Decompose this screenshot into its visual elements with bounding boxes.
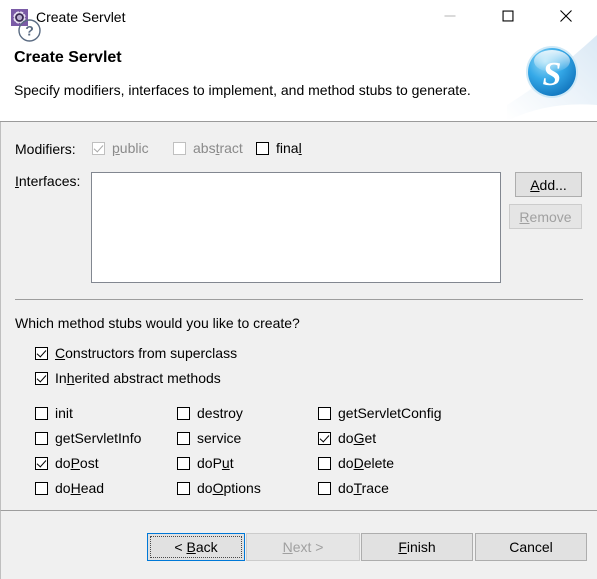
blue-s-badge-logo: S xyxy=(507,35,597,121)
stub-dooptions-checkbox[interactable]: doOptions xyxy=(177,481,261,496)
stub-getservletconfig-checkbox[interactable]: getServletConfig xyxy=(318,406,442,421)
add-interface-button[interactable]: Add... xyxy=(515,172,582,197)
modifier-abstract-checkbox: abstract xyxy=(173,141,243,156)
back-button-label: < Back xyxy=(174,539,218,555)
checkbox-label: final xyxy=(276,140,302,156)
checkbox-box[interactable] xyxy=(35,372,48,385)
checkbox-label: getServletInfo xyxy=(55,430,142,446)
stub-service-checkbox[interactable]: service xyxy=(177,431,241,446)
checkbox-box xyxy=(92,142,105,155)
checkbox-label: service xyxy=(197,430,242,446)
next-button-label: Next > xyxy=(282,539,324,555)
checkbox-label: abstract xyxy=(193,140,243,156)
add-button-label: Add... xyxy=(530,176,567,193)
minimize-icon xyxy=(444,15,456,17)
checkbox-label: Constructors from superclass xyxy=(55,345,238,361)
checkbox-box[interactable] xyxy=(318,407,331,420)
checkbox-box[interactable] xyxy=(177,482,190,495)
checkbox-label: doOptions xyxy=(197,480,261,496)
checkbox-label: doDelete xyxy=(338,455,395,471)
checkbox-box xyxy=(173,142,186,155)
interfaces-label: Interfaces: xyxy=(15,173,81,189)
remove-button-label: Remove xyxy=(519,208,572,225)
stub-constructors-checkbox[interactable]: Constructors from superclass xyxy=(35,346,237,361)
checkbox-box[interactable] xyxy=(318,457,331,470)
svg-text:S: S xyxy=(543,56,562,93)
minimize-button[interactable] xyxy=(427,0,473,32)
finish-button[interactable]: Finish xyxy=(361,533,473,561)
checkbox-label: doGet xyxy=(338,430,377,446)
checkbox-box[interactable] xyxy=(35,347,48,360)
stub-destroy-checkbox[interactable]: destroy xyxy=(177,406,243,421)
stubs-prompt: Which method stubs would you like to cre… xyxy=(15,315,300,331)
checkbox-box[interactable] xyxy=(177,457,190,470)
back-button[interactable]: < Back xyxy=(147,533,245,561)
checkbox-label: public xyxy=(112,140,149,156)
checkbox-label: doTrace xyxy=(338,480,389,496)
stub-doput-checkbox[interactable]: doPut xyxy=(177,456,234,471)
checkbox-box[interactable] xyxy=(318,432,331,445)
stub-doget-checkbox[interactable]: doGet xyxy=(318,431,376,446)
checkbox-box[interactable] xyxy=(35,482,48,495)
checkbox-label: destroy xyxy=(197,405,243,421)
section-divider xyxy=(15,299,583,300)
modifiers-label: Modifiers: xyxy=(15,141,76,157)
stub-dohead-checkbox[interactable]: doHead xyxy=(35,481,104,496)
checkbox-label: Inherited abstract methods xyxy=(55,370,221,386)
page-title: Create Servlet xyxy=(14,49,122,66)
title-bar: Create Servlet xyxy=(0,0,597,36)
checkbox-label: doHead xyxy=(55,480,105,496)
help-question-icon[interactable]: ? xyxy=(17,18,42,43)
checkbox-label: doPut xyxy=(197,455,234,471)
checkbox-label: getServletConfig xyxy=(338,405,442,421)
checkbox-box[interactable] xyxy=(318,482,331,495)
checkbox-box[interactable] xyxy=(177,407,190,420)
checkbox-label: init xyxy=(55,405,73,421)
remove-interface-button: Remove xyxy=(509,204,582,229)
modifier-public-checkbox: public xyxy=(92,141,149,156)
svg-text:?: ? xyxy=(25,23,34,39)
stub-inherited-abstract-checkbox[interactable]: Inherited abstract methods xyxy=(35,371,221,386)
close-button[interactable] xyxy=(543,0,589,32)
cancel-button[interactable]: Cancel xyxy=(475,533,587,561)
checkbox-box[interactable] xyxy=(177,432,190,445)
checkbox-box[interactable] xyxy=(35,432,48,445)
dialog-body: Modifiers: public abstract final Interfa… xyxy=(0,122,597,510)
checkbox-box[interactable] xyxy=(35,457,48,470)
window-title: Create Servlet xyxy=(36,9,126,25)
checkbox-box[interactable] xyxy=(256,142,269,155)
checkbox-label: doPost xyxy=(55,455,99,471)
cancel-button-label: Cancel xyxy=(509,539,553,555)
next-button: Next > xyxy=(246,533,360,561)
dialog-header: Create Servlet Specify modifiers, interf… xyxy=(0,35,597,122)
stub-dopost-checkbox[interactable]: doPost xyxy=(35,456,99,471)
close-icon xyxy=(560,10,572,22)
maximize-button[interactable] xyxy=(485,0,531,32)
create-servlet-dialog: Create Servlet Create Servlet Specify mo… xyxy=(0,0,597,579)
stub-dodelete-checkbox[interactable]: doDelete xyxy=(318,456,394,471)
page-description: Specify modifiers, interfaces to impleme… xyxy=(14,82,471,98)
maximize-icon xyxy=(502,10,514,22)
checkbox-box[interactable] xyxy=(35,407,48,420)
stub-getservletinfo-checkbox[interactable]: getServletInfo xyxy=(35,431,141,446)
interfaces-list[interactable] xyxy=(91,172,501,283)
stub-dotrace-checkbox[interactable]: doTrace xyxy=(318,481,389,496)
modifier-final-checkbox[interactable]: final xyxy=(256,141,302,156)
finish-button-label: Finish xyxy=(398,539,436,555)
stub-init-checkbox[interactable]: init xyxy=(35,406,73,421)
